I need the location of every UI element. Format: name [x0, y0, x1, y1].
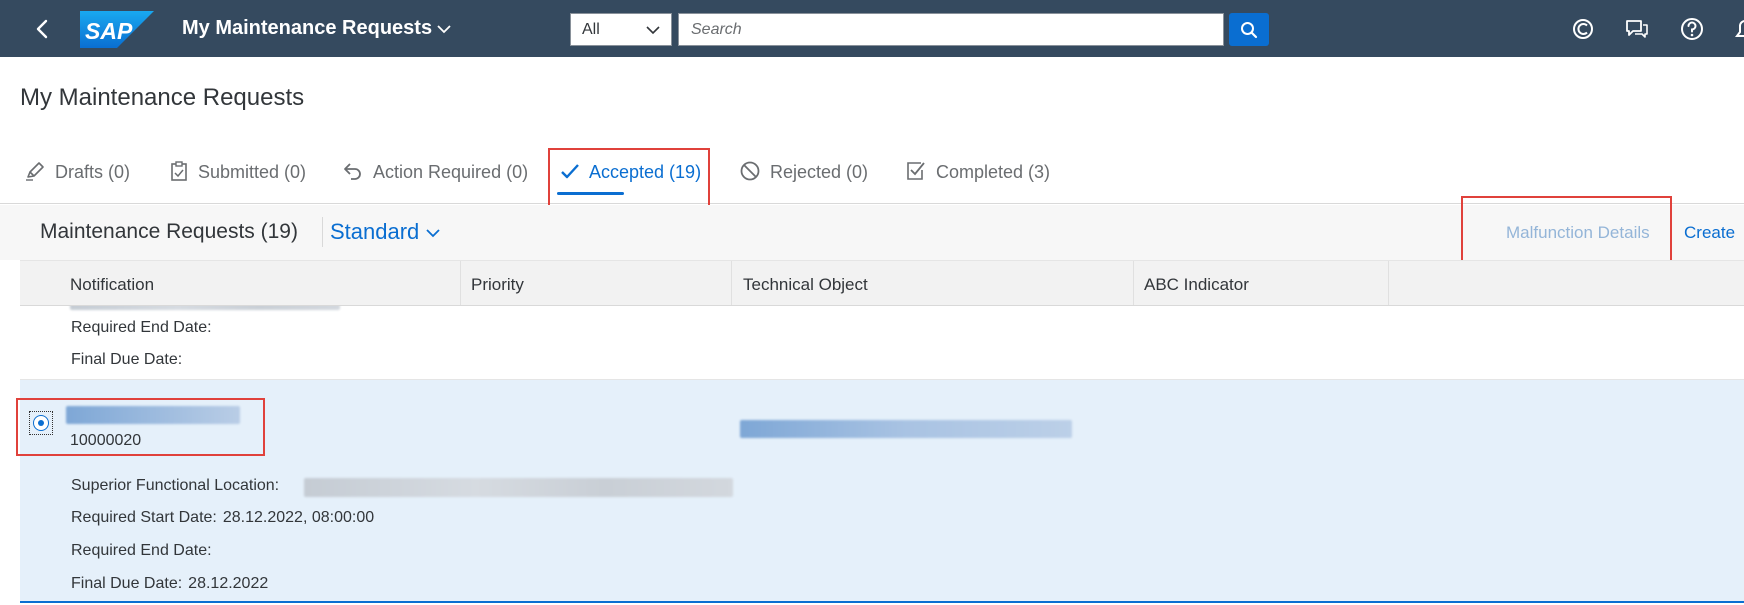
tab-label: Drafts (0) [55, 162, 131, 182]
final-due-date-label: Final Due Date: 28.12.2022 [71, 575, 268, 593]
final-due-date-label: Final Due Date: [71, 351, 183, 368]
active-tab-indicator [557, 192, 624, 195]
required-end-date-label: Required End Date: [71, 319, 212, 336]
field-label: Required Start Date: [71, 509, 217, 526]
undo-arrow-icon [344, 163, 361, 180]
tab-accepted[interactable]: Accepted (19) [560, 160, 701, 184]
icon-tab-bar: Drafts (0) Submitted (0) Action Required… [0, 140, 1744, 204]
app-title-menu[interactable]: My Maintenance Requests [182, 17, 452, 40]
table-toolbar: Maintenance Requests (19) Standard Malfu… [0, 205, 1744, 260]
page-title: My Maintenance Requests [20, 84, 305, 111]
pencil-icon [26, 162, 44, 181]
field-label: Final Due Date: [71, 575, 183, 592]
feedback-icon[interactable] [1624, 16, 1650, 42]
redacted-text [70, 306, 340, 310]
checkmark-icon [561, 164, 579, 179]
notification-id: 10000020 [70, 432, 142, 449]
clipboard-icon [171, 161, 187, 181]
required-start-date-value: 28.12.2022, 08:00:00 [222, 509, 375, 526]
tab-label: Rejected (0) [770, 162, 869, 182]
chevron-down-icon [426, 229, 440, 238]
table-title: Maintenance Requests (19) [40, 220, 298, 243]
column-header-priority[interactable]: Priority [471, 275, 524, 295]
required-start-date-label: Required Start Date: 28.12.2022, 08:00:00 [71, 509, 374, 527]
search-scope-value: All [582, 21, 600, 38]
variant-management[interactable]: Standard [330, 219, 441, 245]
column-separator [1388, 261, 1389, 305]
tab-action-required[interactable]: Action Required (0) [342, 160, 528, 184]
tab-submitted[interactable]: Submitted (0) [169, 160, 306, 184]
tab-label: Submitted (0) [198, 162, 307, 182]
row-select-radio[interactable] [29, 411, 53, 435]
column-header-notification[interactable]: Notification [70, 275, 154, 295]
copilot-icon[interactable] [1570, 16, 1596, 42]
column-separator [460, 261, 461, 305]
search-scope-select[interactable]: All [570, 13, 672, 46]
notifications-icon[interactable] [1732, 16, 1744, 42]
chevron-down-icon [437, 25, 451, 33]
tab-completed[interactable]: Completed (3) [905, 160, 1050, 184]
search-icon [1241, 22, 1258, 39]
sap-logo[interactable]: SAP [80, 11, 154, 48]
redacted-technical-object-link[interactable] [740, 420, 1072, 438]
tab-label: Completed (3) [936, 162, 1051, 182]
app-title-text: My Maintenance Requests [182, 17, 433, 39]
superior-functional-location-label: Superior Functional Location: [71, 477, 280, 494]
column-separator [731, 261, 732, 305]
search-button[interactable] [1229, 13, 1269, 46]
required-end-date-label: Required End Date: [71, 542, 212, 559]
tab-rejected[interactable]: Rejected (0) [739, 160, 868, 184]
final-due-date-value: 28.12.2022 [188, 575, 269, 592]
tab-drafts[interactable]: Drafts (0) [24, 160, 130, 184]
tab-label: Accepted (19) [589, 162, 702, 182]
table-column-header: Notification Priority Technical Object A… [20, 260, 1744, 306]
column-header-abc-indicator[interactable]: ABC Indicator [1144, 275, 1249, 295]
prohibited-icon [740, 161, 760, 181]
toolbar-separator [322, 217, 323, 247]
redacted-notification-title [66, 406, 240, 424]
column-separator [1133, 261, 1134, 305]
column-header-technical-object[interactable]: Technical Object [743, 275, 868, 295]
radio-ring [33, 415, 49, 431]
variant-name: Standard [330, 219, 420, 244]
malfunction-details-button[interactable]: Malfunction Details [1506, 223, 1650, 243]
create-button[interactable]: Create [1684, 223, 1735, 243]
tab-label: Action Required (0) [373, 162, 529, 182]
chevron-down-icon [646, 26, 660, 35]
table-row[interactable]: Required End Date: Final Due Date: [20, 306, 1744, 380]
back-arrow-icon[interactable] [30, 16, 56, 42]
checkbox-icon [907, 162, 925, 180]
help-icon[interactable] [1679, 16, 1705, 42]
search-input[interactable] [678, 13, 1224, 46]
shell-bar: SAP My Maintenance Requests All [0, 0, 1744, 57]
redacted-functional-location [304, 478, 733, 497]
sap-logo-text: SAP [85, 18, 133, 44]
table-row-selected[interactable]: 10000020 Superior Functional Location: R… [20, 380, 1744, 603]
radio-dot [38, 420, 44, 426]
